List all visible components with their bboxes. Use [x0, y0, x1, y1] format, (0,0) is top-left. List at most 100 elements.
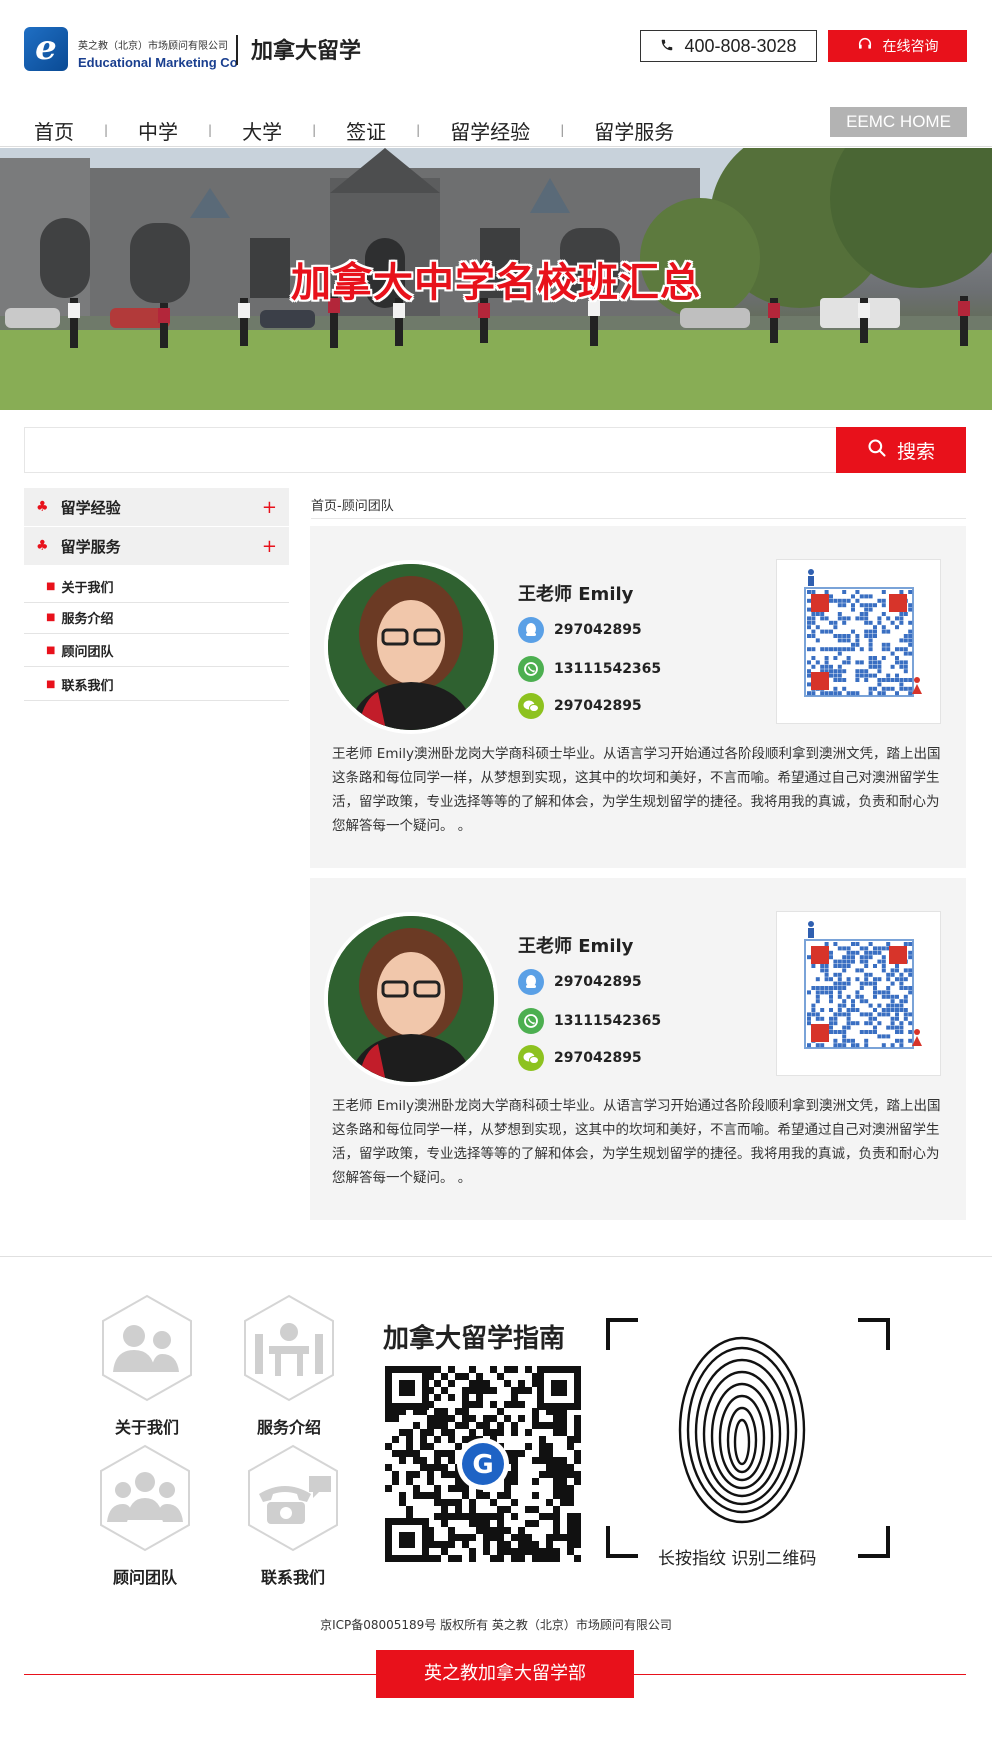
nav-item-4[interactable]: 留学经验 [440, 116, 540, 145]
wechat-id: 297042895 [554, 1050, 642, 1066]
sidebar-item-contact[interactable]: ■ 联系我们 [24, 668, 289, 701]
footer-link-contact[interactable] [245, 1444, 341, 1556]
sidebar-item-label: 联系我们 [61, 678, 114, 694]
search-button[interactable]: 搜索 [836, 427, 966, 473]
phone-button[interactable]: 400-808-3028 [640, 30, 817, 62]
nav-separator: | [560, 123, 565, 137]
expand-icon[interactable]: + [262, 497, 277, 518]
nav-item-1[interactable]: 中学 [128, 116, 188, 145]
search-icon [867, 438, 887, 463]
nav-item-5[interactable]: 留学服务 [584, 116, 684, 145]
footer-divider [0, 1256, 992, 1257]
consult-label: 在线咨询 [882, 39, 939, 55]
advisor-avatar [324, 560, 498, 734]
advisor-name: 王老师 Emily [518, 584, 634, 605]
sidebar-item-services[interactable]: ■ 服务介绍 [24, 601, 289, 634]
advisor-card: 王老师 Emily 297042895 13111542365 29704289… [310, 526, 966, 868]
services-icon [244, 1294, 334, 1402]
sidebar-item-about[interactable]: ■ 关于我们 [24, 570, 289, 603]
qq-icon [518, 617, 544, 643]
fingerprint-scanner[interactable] [606, 1318, 890, 1558]
sidebar-item-label: 关于我们 [61, 580, 114, 596]
svg-text:G: G [472, 1450, 493, 1480]
footer-link-services[interactable] [241, 1294, 337, 1406]
nav-item-2[interactable]: 大学 [232, 116, 292, 145]
wechat-icon [518, 1045, 544, 1071]
advisor-avatar [324, 912, 498, 1086]
phone-number: 400-808-3028 [684, 35, 797, 56]
qq-icon [518, 969, 544, 995]
copyright-text: 京ICP备08005189号 版权所有 英之教（北京）市场顾问有限公司 [320, 1618, 672, 1632]
nav-separator: | [104, 123, 109, 137]
footer-link-label[interactable]: 联系我们 [233, 1564, 353, 1588]
fingerprint-hint: 长按指纹 识别二维码 [658, 1549, 817, 1569]
advisor-qq[interactable]: 297042895 [518, 617, 642, 643]
eemc-home-button[interactable]: EEMC HOME [830, 107, 967, 137]
sidebar-section-services[interactable]: ♣ 留学服务 + [24, 527, 289, 565]
wechat-icon [518, 693, 544, 719]
advisor-whatsapp[interactable]: 13111542365 [518, 656, 661, 682]
footer-link-team[interactable] [97, 1444, 193, 1556]
sidebar-section-experience[interactable]: ♣ 留学经验 + [24, 488, 289, 526]
whatsapp-icon [518, 656, 544, 682]
nav-separator: | [208, 123, 213, 137]
logo-company-cn: 英之教（北京）市场顾问有限公司 [78, 41, 228, 52]
logo-divider [236, 35, 238, 65]
advisor-bio: 王老师 Emily澳洲卧龙岗大学商科硕士毕业。从语言学习开始通过各阶段顺利拿到澳… [332, 746, 941, 834]
logo-company-en: Educational Marketing Co [78, 55, 238, 70]
advisor-qr-code [776, 911, 941, 1076]
whatsapp-number: 13111542365 [554, 1013, 662, 1029]
maple-leaf-icon: ♣ [36, 499, 49, 515]
main-nav: 首页 | 中学 | 大学 | 签证 | 留学经验 | 留学服务 [24, 112, 684, 153]
bullet-icon: ■ [46, 678, 56, 690]
sidebar-item-team[interactable]: ■ 顾问团队 [24, 634, 289, 667]
advisor-wechat[interactable]: 297042895 [518, 693, 642, 719]
footer-badge[interactable]: 英之教加拿大留学部 [376, 1650, 634, 1698]
footer-link-about[interactable] [99, 1294, 195, 1406]
wechat-id: 297042895 [554, 698, 642, 714]
bullet-icon: ■ [46, 644, 56, 656]
footer-link-label[interactable]: 顾问团队 [85, 1564, 205, 1588]
about-icon [102, 1294, 192, 1402]
advisor-qq[interactable]: 297042895 [518, 969, 642, 995]
whatsapp-icon [518, 1008, 544, 1034]
sidebar-section-label: 留学经验 [60, 498, 121, 517]
sidebar-section-label: 留学服务 [60, 537, 121, 556]
footer-link-label[interactable]: 服务介绍 [229, 1414, 349, 1438]
banner-title: 加拿大中学名校班汇总 [291, 260, 701, 306]
search-button-label: 搜索 [896, 440, 935, 463]
fingerprint-icon [678, 1336, 806, 1524]
search-input[interactable] [24, 427, 836, 473]
qq-number: 297042895 [554, 974, 642, 990]
nav-separator: | [416, 123, 421, 137]
team-icon [100, 1444, 190, 1552]
nav-item-3[interactable]: 签证 [336, 116, 396, 145]
phone-icon [660, 36, 674, 57]
nav-item-0[interactable]: 首页 [24, 116, 84, 153]
nav-divider [0, 146, 992, 147]
advisor-card: 王老师 Emily 297042895 13111542365 29704289… [310, 878, 966, 1220]
advisor-qr-code [776, 559, 941, 724]
breadcrumb[interactable]: 首页-顾问团队 [311, 495, 394, 514]
expand-icon[interactable]: + [262, 536, 277, 557]
site-title: 加拿大留学 [251, 39, 362, 64]
sidebar-item-label: 服务介绍 [61, 611, 114, 627]
advisor-bio: 王老师 Emily澳洲卧龙岗大学商科硕士毕业。从语言学习开始通过各阶段顺利拿到澳… [332, 1098, 941, 1186]
bullet-icon: ■ [46, 611, 56, 623]
online-consult-button[interactable]: 在线咨询 [828, 30, 967, 62]
advisor-whatsapp[interactable]: 13111542365 [518, 1008, 661, 1034]
telephone-icon [248, 1444, 338, 1552]
guide-qr-code: G [385, 1366, 581, 1562]
advisor-name: 王老师 Emily [518, 936, 634, 957]
nav-separator: | [312, 123, 317, 137]
qq-number: 297042895 [554, 622, 642, 638]
footer-link-label[interactable]: 关于我们 [87, 1414, 207, 1438]
sidebar-item-label: 顾问团队 [61, 644, 114, 660]
maple-leaf-icon: ♣ [36, 538, 49, 554]
guide-title: 加拿大留学指南 [383, 1324, 566, 1354]
hero-banner: 加拿大中学名校班汇总 [0, 148, 992, 410]
breadcrumb-divider [311, 518, 966, 519]
advisor-wechat[interactable]: 297042895 [518, 1045, 642, 1071]
whatsapp-number: 13111542365 [554, 661, 662, 677]
headset-icon [857, 36, 873, 56]
